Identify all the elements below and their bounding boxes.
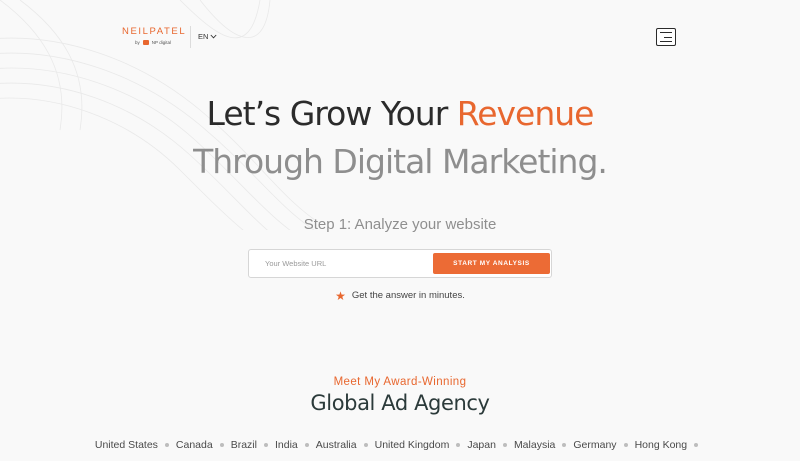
- logo-wordmark: NEILPATEL: [122, 26, 187, 37]
- country-item[interactable]: Canada: [176, 439, 213, 451]
- step-label: Step 1: Analyze your website: [303, 216, 497, 233]
- separator-dot: [562, 443, 567, 447]
- country-item[interactable]: United States: [95, 439, 158, 451]
- agency-kicker: Meet My Award-Winning: [333, 376, 467, 388]
- hamburger-icon: [660, 32, 672, 34]
- separator-dot: [456, 443, 461, 447]
- separator-dot: [219, 443, 224, 447]
- website-url-input[interactable]: [250, 251, 430, 276]
- country-item[interactable]: Hong Kong: [635, 439, 688, 451]
- country-item[interactable]: India: [275, 439, 298, 451]
- neilpatel-logo[interactable]: NEILPATEL by NP digital: [122, 26, 187, 45]
- country-item[interactable]: Brazil: [231, 439, 257, 451]
- start-analysis-button[interactable]: START MY ANALYSIS: [433, 253, 550, 274]
- logo-brand-text: NP digital: [151, 40, 171, 45]
- star-icon: ★: [335, 288, 346, 303]
- separator-dot: [502, 443, 507, 447]
- separator-dot: [363, 443, 368, 447]
- hero-headline-accent: Revenue: [456, 94, 595, 133]
- country-item[interactable]: Malaysia: [514, 439, 555, 451]
- header-divider: [190, 26, 191, 48]
- hamburger-icon: [664, 36, 672, 38]
- chevron-down-icon: [210, 34, 217, 39]
- separator-dot: [304, 443, 309, 447]
- np-digital-badge-icon: [142, 40, 149, 45]
- language-label: EN: [198, 32, 209, 41]
- answer-note: ★ Get the answer in minutes.: [0, 288, 800, 303]
- separator-dot: [164, 443, 169, 447]
- separator-dot: [623, 443, 628, 447]
- country-item[interactable]: Australia: [316, 439, 357, 451]
- hamburger-icon: [660, 41, 672, 43]
- hamburger-menu-button[interactable]: [656, 28, 676, 46]
- separator-dot: [694, 443, 699, 447]
- country-list: United States Canada Brazil India Austra…: [0, 439, 800, 451]
- language-selector[interactable]: EN: [198, 32, 217, 41]
- hero-subheadline: Through Digital Marketing.: [193, 142, 608, 181]
- separator-dot: [263, 443, 268, 447]
- analysis-form: START MY ANALYSIS: [248, 249, 552, 278]
- site-header: NEILPATEL by NP digital EN: [0, 0, 800, 70]
- hero-headline-text: Let’s Grow Your: [206, 94, 457, 133]
- country-item[interactable]: United Kingdom: [375, 439, 450, 451]
- country-item[interactable]: Germany: [573, 439, 616, 451]
- answer-note-text: Get the answer in minutes.: [351, 290, 465, 301]
- country-item[interactable]: Japan: [467, 439, 496, 451]
- agency-title: Global Ad Agency: [310, 391, 490, 415]
- hero-headline: Let’s Grow Your Revenue: [0, 94, 800, 133]
- logo-by-text: by: [135, 40, 140, 45]
- logo-byline: by NP digital: [122, 40, 184, 45]
